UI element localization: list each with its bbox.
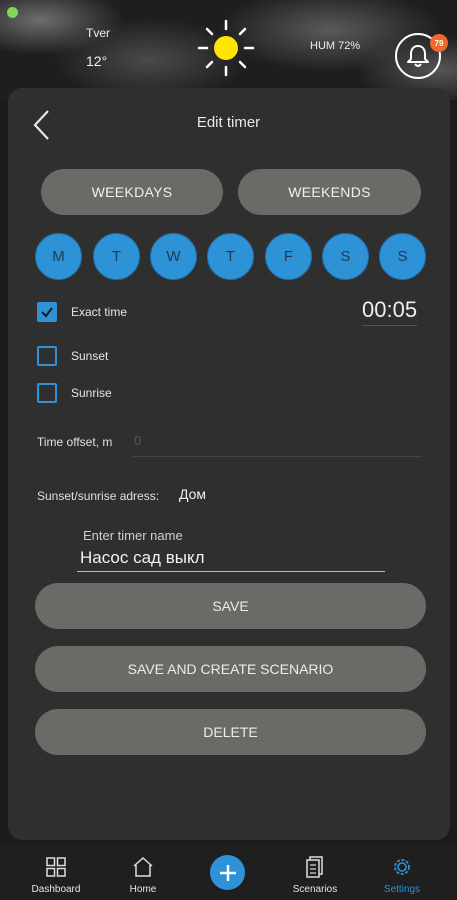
address-value[interactable]: Дом bbox=[179, 486, 206, 502]
address-label: Sunset/sunrise adress: bbox=[37, 489, 160, 503]
page-title: Edit timer bbox=[196, 114, 261, 131]
exact-time-label: Exact time bbox=[71, 305, 128, 319]
nav-home[interactable]: Home bbox=[103, 845, 183, 900]
sunset-option[interactable]: Sunset bbox=[37, 346, 108, 366]
nav-scenarios[interactable]: Scenarios bbox=[275, 845, 355, 900]
status-dot bbox=[7, 7, 18, 18]
exact-time-option[interactable]: Exact time bbox=[37, 302, 127, 322]
day-tuesday[interactable]: T bbox=[93, 233, 140, 280]
timer-name-label: Enter timer name bbox=[83, 528, 183, 543]
save-and-create-scenario-button[interactable]: SAVE AND CREATE SCENARIO bbox=[35, 646, 426, 692]
checkmark-icon bbox=[41, 307, 53, 318]
sunrise-option[interactable]: Sunrise bbox=[37, 383, 112, 403]
timer-name-input[interactable]: Насос сад выкл bbox=[77, 548, 385, 572]
add-button[interactable] bbox=[210, 855, 245, 890]
weather-header: Tver 12° HUM 72% 79 bbox=[0, 0, 457, 100]
nav-home-label: Home bbox=[129, 884, 157, 895]
time-offset-input[interactable]: 0 bbox=[132, 433, 422, 457]
day-thursday[interactable]: T bbox=[207, 233, 254, 280]
sunrise-checkbox[interactable] bbox=[37, 383, 57, 403]
plus-icon bbox=[219, 864, 236, 881]
sunset-label: Sunset bbox=[71, 349, 109, 363]
day-saturday[interactable]: S bbox=[322, 233, 369, 280]
notification-badge: 79 bbox=[430, 34, 448, 52]
nav-settings[interactable]: Settings bbox=[362, 845, 442, 900]
nav-scenarios-label: Scenarios bbox=[292, 884, 338, 895]
nav-dashboard-label: Dashboard bbox=[31, 884, 81, 895]
exact-time-checkbox[interactable] bbox=[37, 302, 57, 322]
sunset-checkbox[interactable] bbox=[37, 346, 57, 366]
humidity-label: HUM 72% bbox=[310, 40, 361, 52]
dashboard-icon bbox=[46, 857, 66, 877]
sun-icon bbox=[197, 19, 255, 77]
scenarios-icon bbox=[306, 856, 323, 878]
save-button[interactable]: SAVE bbox=[35, 583, 426, 629]
settings-icon bbox=[394, 859, 410, 875]
nav-dashboard[interactable]: Dashboard bbox=[16, 845, 96, 900]
sunrise-label: Sunrise bbox=[71, 386, 112, 400]
city-label: Tver bbox=[86, 26, 110, 40]
exact-time-value[interactable]: 00:05 bbox=[362, 297, 418, 326]
time-offset-label: Time offset, m bbox=[37, 435, 113, 449]
day-sunday[interactable]: S bbox=[379, 233, 426, 280]
weekdays-button[interactable]: WEEKDAYS bbox=[41, 169, 223, 215]
delete-button[interactable]: DELETE bbox=[35, 709, 426, 755]
home-icon bbox=[133, 856, 153, 877]
day-monday[interactable]: M bbox=[35, 233, 82, 280]
weekends-button[interactable]: WEEKENDS bbox=[238, 169, 421, 215]
bell-icon bbox=[407, 45, 429, 67]
day-friday[interactable]: F bbox=[265, 233, 312, 280]
temperature-label: 12° bbox=[86, 53, 108, 69]
day-wednesday[interactable]: W bbox=[150, 233, 197, 280]
nav-settings-label: Settings bbox=[383, 884, 421, 895]
